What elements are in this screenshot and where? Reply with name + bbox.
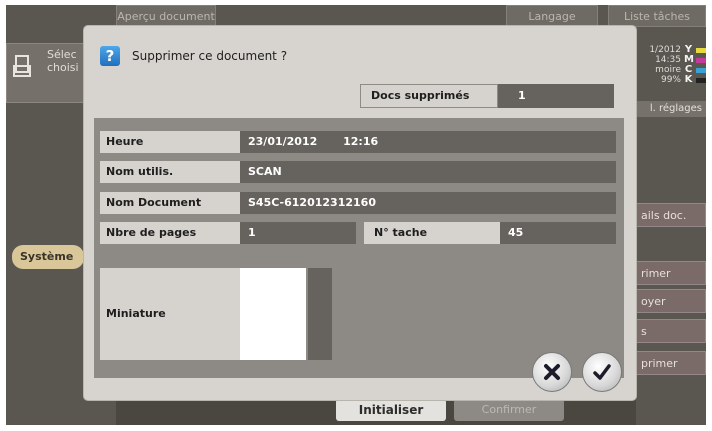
time-clock: 12:16 <box>343 135 379 148</box>
deleted-docs-value: 1 <box>498 84 614 108</box>
job-number-label: N° tache <box>364 222 500 244</box>
doc-name-label: Nom Document <box>100 192 240 214</box>
status-panel: 1/2012 Y 14:35 M moire C 99% K <box>634 45 706 97</box>
toner-black-swatch <box>696 77 706 83</box>
document-info-panel: Heure 23/01/2012 12:16 Nom utilis. SCAN … <box>94 118 624 378</box>
send-button[interactable]: oyer <box>630 289 706 313</box>
thumbnail-label: Miniature <box>100 268 240 360</box>
toner-cyan-swatch <box>696 67 706 73</box>
time-date: 23/01/2012 <box>248 135 318 148</box>
check-icon <box>593 364 611 380</box>
select-panel-line1: Sélec <box>47 48 77 61</box>
toner-letter-k: K <box>684 74 693 85</box>
tab-system[interactable]: Système <box>12 245 84 269</box>
settings-button[interactable]: l. réglages <box>634 101 706 117</box>
toner-magenta-swatch <box>696 57 706 63</box>
select-panel-line2: choisi <box>47 61 79 74</box>
tab-document-preview[interactable]: Aperçu document <box>116 5 216 27</box>
cancel-button[interactable] <box>532 352 572 392</box>
job-number-value: 45 <box>500 222 616 244</box>
user-value: SCAN <box>240 161 616 183</box>
status-time: 14:35 <box>655 55 681 65</box>
question-icon: ? <box>100 46 120 66</box>
status-date: 1/2012 <box>649 45 681 55</box>
language-button[interactable]: Langage <box>506 5 598 27</box>
print-button[interactable]: rimer <box>630 261 706 285</box>
time-value: 23/01/2012 12:16 <box>240 131 616 153</box>
document-icon <box>13 55 31 77</box>
delete-button[interactable]: primer <box>630 351 706 375</box>
user-label: Nom utilis. <box>100 161 240 183</box>
toner-yellow-swatch <box>696 47 706 53</box>
deleted-docs-label: Docs supprimés <box>360 84 498 108</box>
job-list-button[interactable]: Liste tâches <box>608 5 706 27</box>
status-toner-word: moire <box>655 65 681 75</box>
status-percent: 99% <box>660 75 681 85</box>
initialize-button[interactable]: Initialiser <box>336 399 446 421</box>
doc-details-button[interactable]: ails doc. <box>630 203 706 227</box>
delete-document-dialog: ? Supprimer ce document ? Docs supprimés… <box>84 26 636 400</box>
dialog-title: Supprimer ce document ? <box>132 49 288 63</box>
pages-label: Nbre de pages <box>100 222 240 244</box>
confirm-button-bg[interactable]: Confirmer <box>454 399 564 421</box>
doc-name-value: S45C-612012312160 <box>240 192 616 214</box>
pages-value: 1 <box>240 222 356 244</box>
select-panel[interactable]: Sélec choisi <box>6 43 84 103</box>
thumbnail-image <box>240 268 306 360</box>
ok-button[interactable] <box>582 352 622 392</box>
close-icon <box>544 364 560 380</box>
thumbnail-scrollbar <box>308 268 332 360</box>
time-label: Heure <box>100 131 240 153</box>
right-button-3[interactable]: s <box>630 319 706 343</box>
